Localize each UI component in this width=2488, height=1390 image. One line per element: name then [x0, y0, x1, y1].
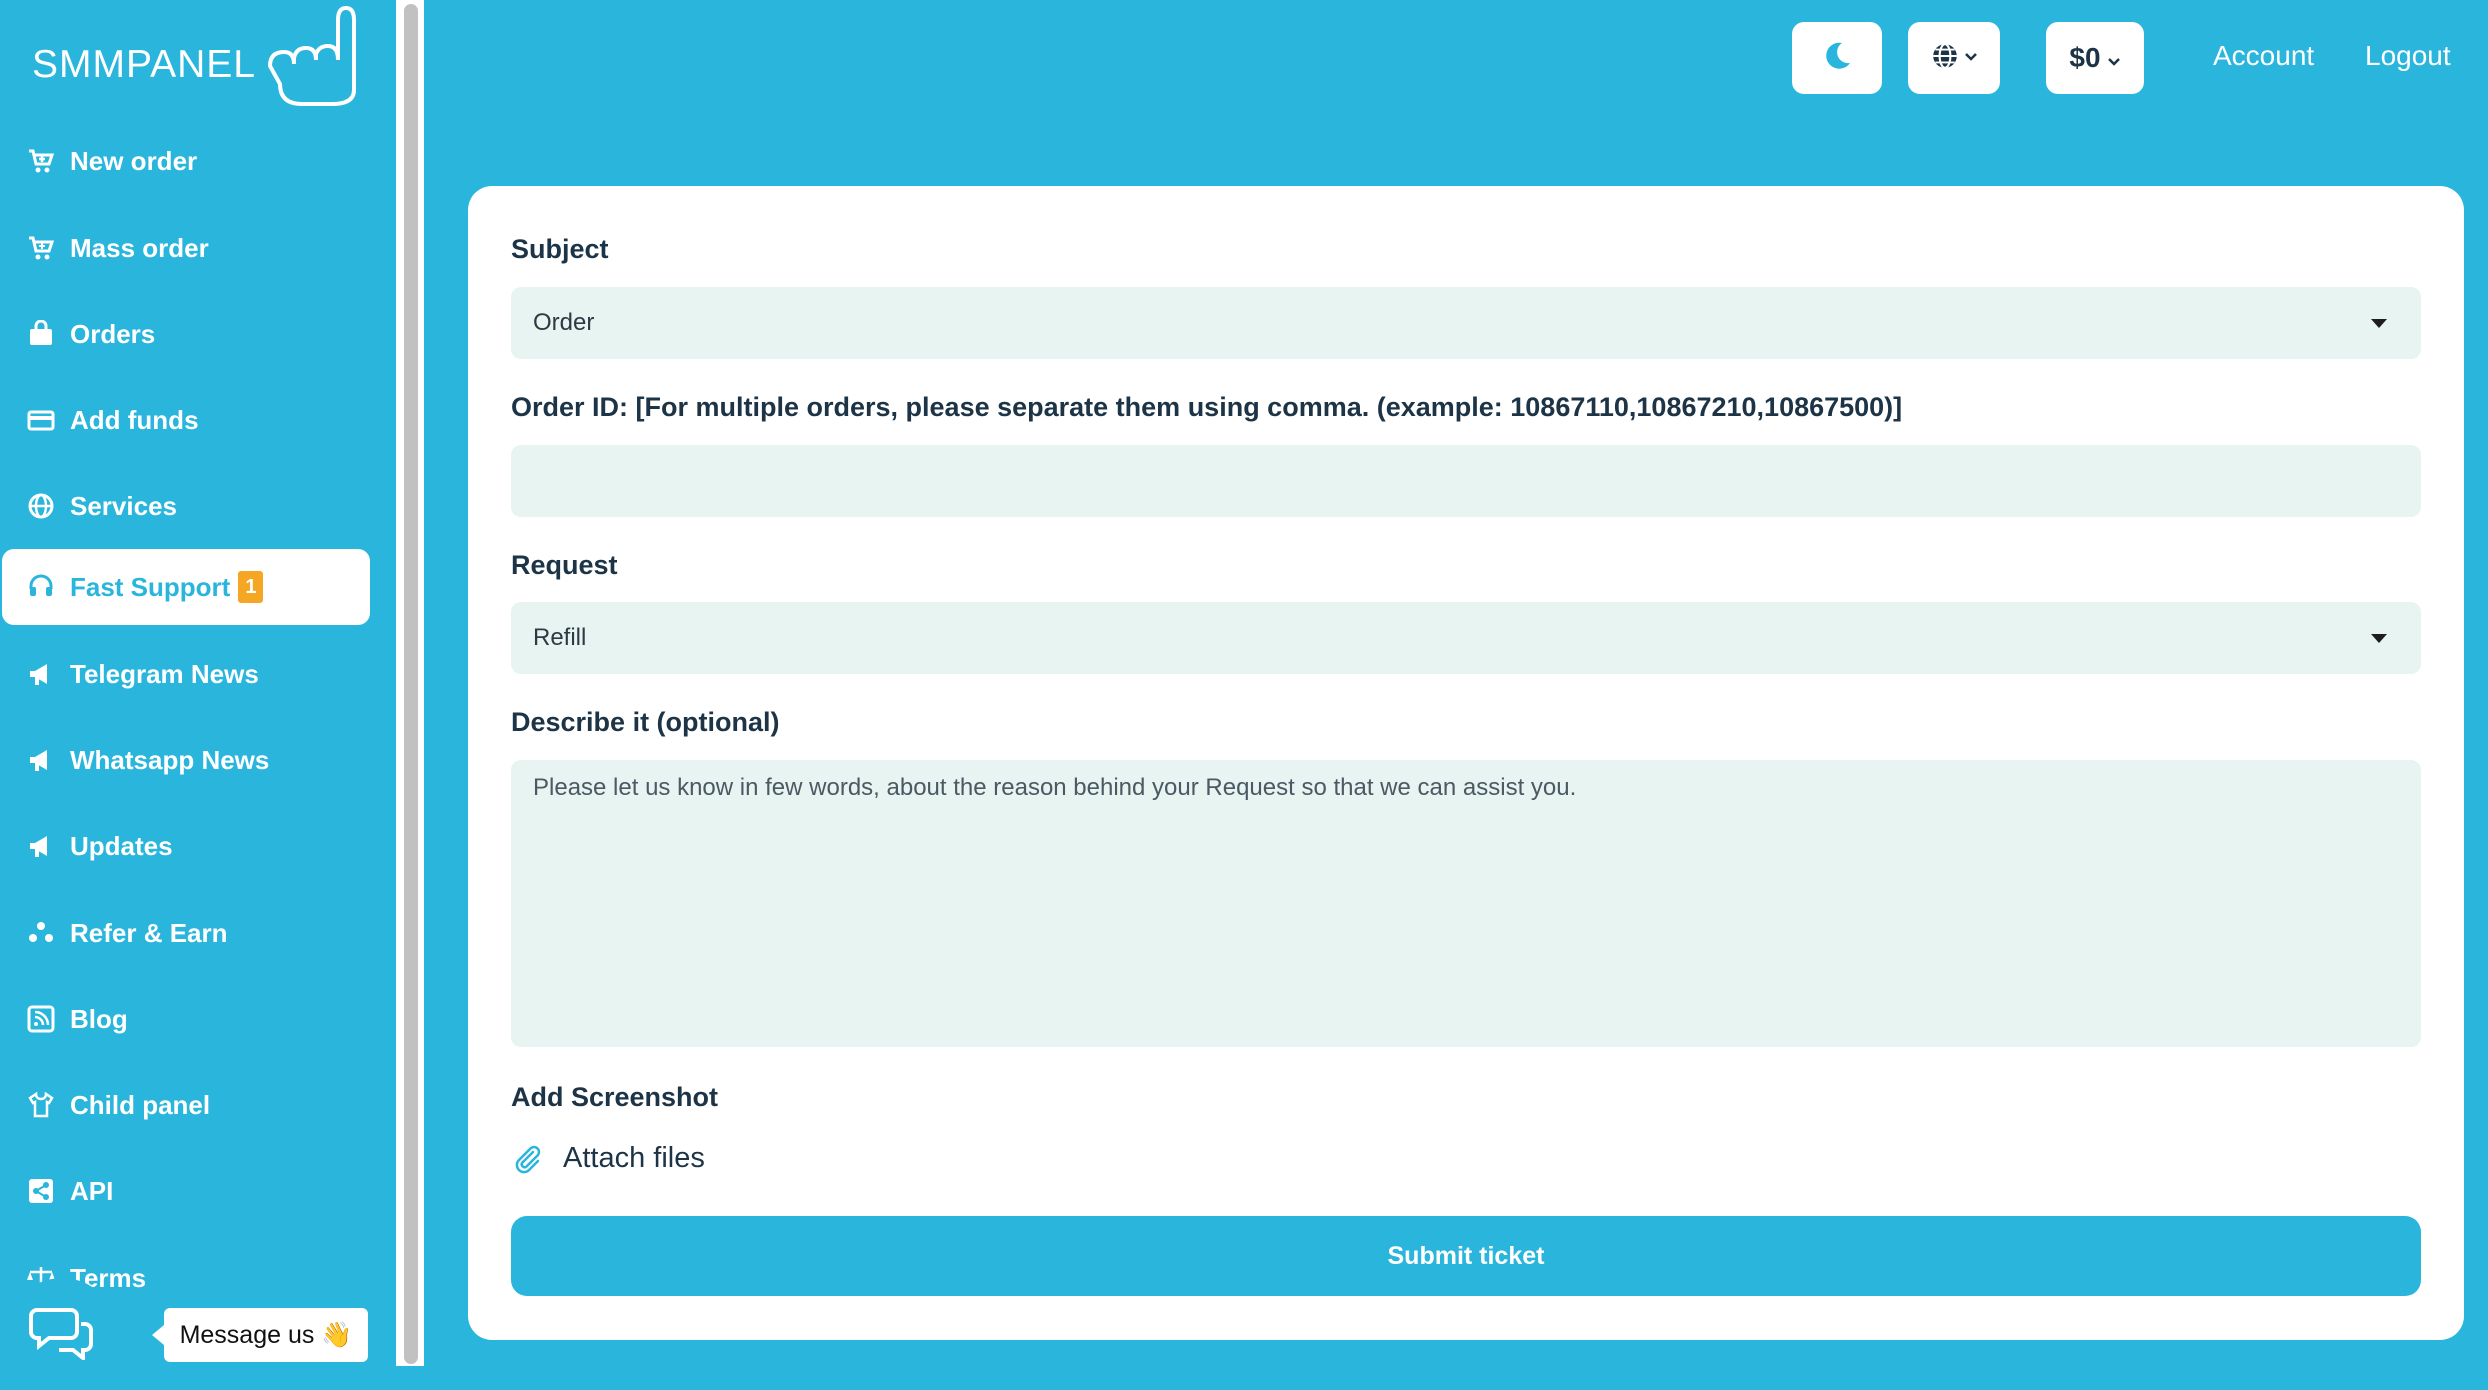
caret-down-icon: [2371, 634, 2387, 643]
sidebar-item-orders[interactable]: Orders: [2, 296, 370, 372]
tshirt-icon: [26, 1090, 56, 1120]
order-id-label: Order ID: [For multiple orders, please s…: [511, 392, 1903, 422]
submit-ticket-button[interactable]: Submit ticket: [511, 1216, 2421, 1296]
sidebar-item-label: Refer & Earn: [70, 917, 228, 948]
sidebar-item-label: Child panel: [70, 1089, 211, 1120]
sidebar-item-label: Mass order: [70, 232, 209, 263]
sidebar: SMMPANEL New order Mass order Orders Add…: [0, 0, 395, 1366]
brand-logo[interactable]: SMMPANEL: [32, 6, 356, 106]
sidebar-item-whatsapp-news[interactable]: Whatsapp News: [2, 722, 370, 798]
attach-files-label: Attach files: [563, 1142, 705, 1174]
currency-balance-button[interactable]: $0: [2046, 22, 2144, 94]
order-id-input[interactable]: [511, 445, 2421, 517]
request-label: Request: [511, 550, 618, 580]
account-link[interactable]: Account: [2213, 40, 2314, 72]
caret-down-icon: [2371, 319, 2387, 328]
subject-label: Subject: [511, 234, 609, 264]
chat-widget-button[interactable]: [6, 1278, 118, 1390]
paperclip-icon: [511, 1143, 543, 1175]
headset-icon: [26, 572, 56, 602]
sidebar-item-telegram-news[interactable]: Telegram News: [2, 636, 370, 712]
ticket-form-card: Subject Order Order ID: [For multiple or…: [468, 186, 2464, 1340]
describe-textarea[interactable]: [511, 760, 2421, 1047]
sidebar-item-label: Updates: [70, 830, 173, 861]
sidebar-item-new-order[interactable]: New order: [2, 123, 370, 199]
sidebar-item-label: Fast Support: [70, 571, 231, 602]
megaphone-icon: [26, 745, 56, 775]
credit-card-icon: [26, 405, 56, 435]
subject-selected-value: Order: [533, 309, 595, 336]
rss-icon: [26, 1004, 56, 1034]
language-select-button[interactable]: [1908, 22, 2000, 94]
cart-icon: [26, 146, 56, 176]
describe-label: Describe it (optional): [511, 707, 780, 737]
sidebar-item-add-funds[interactable]: Add funds: [2, 382, 370, 458]
sidebar-item-mass-order[interactable]: Mass order: [2, 210, 370, 286]
notification-badge: 1: [238, 571, 264, 603]
sidebar-item-label: Services: [70, 490, 177, 521]
add-screenshot-label: Add Screenshot: [511, 1082, 719, 1112]
chevron-down-icon: [2107, 42, 2121, 74]
sidebar-item-label: Orders: [70, 318, 156, 349]
sidebar-item-label: Blog: [70, 1003, 128, 1034]
balance-value: $0: [2069, 42, 2101, 73]
sidebar-item-api[interactable]: API: [2, 1153, 370, 1229]
sidebar-item-fast-support[interactable]: Fast Support 1: [2, 549, 370, 625]
sidebar-item-child-panel[interactable]: Child panel: [2, 1067, 370, 1143]
message-us-tooltip[interactable]: Message us 👋: [152, 1308, 368, 1362]
subject-select[interactable]: Order: [511, 287, 2421, 359]
moon-icon: [1820, 39, 1854, 78]
sidebar-item-label: API: [70, 1175, 114, 1206]
shopping-bag-icon: [26, 319, 56, 349]
sidebar-scrollbar-thumb[interactable]: [404, 4, 418, 1364]
chevron-down-icon: [1964, 49, 1978, 67]
chat-bubbles-icon: [29, 1304, 95, 1365]
request-select[interactable]: Refill: [511, 602, 2421, 674]
dark-mode-toggle-button[interactable]: [1792, 22, 1882, 94]
people-icon: [26, 918, 56, 948]
sidebar-item-refer-earn[interactable]: Refer & Earn: [2, 895, 370, 971]
sidebar-item-label: Telegram News: [70, 658, 259, 689]
finger-one-icon: [267, 6, 356, 106]
globe-icon: [26, 491, 56, 521]
brand-name: SMMPANEL: [32, 43, 256, 86]
megaphone-icon: [26, 659, 56, 689]
megaphone-icon: [26, 831, 56, 861]
sidebar-item-label: New order: [70, 145, 198, 176]
attach-files-button[interactable]: Attach files: [511, 1142, 705, 1175]
sidebar-item-services[interactable]: Services: [2, 468, 370, 544]
sidebar-item-label: Add funds: [70, 404, 199, 435]
share-icon: [26, 1176, 56, 1206]
sidebar-item-label: Whatsapp News: [70, 744, 270, 775]
sidebar-item-updates[interactable]: Updates: [2, 808, 370, 884]
logout-link[interactable]: Logout: [2365, 40, 2451, 72]
cart-plus-icon: [26, 233, 56, 263]
sidebar-item-blog[interactable]: Blog: [2, 981, 370, 1057]
request-selected-value: Refill: [533, 624, 587, 651]
globe-icon: [1930, 41, 1960, 76]
